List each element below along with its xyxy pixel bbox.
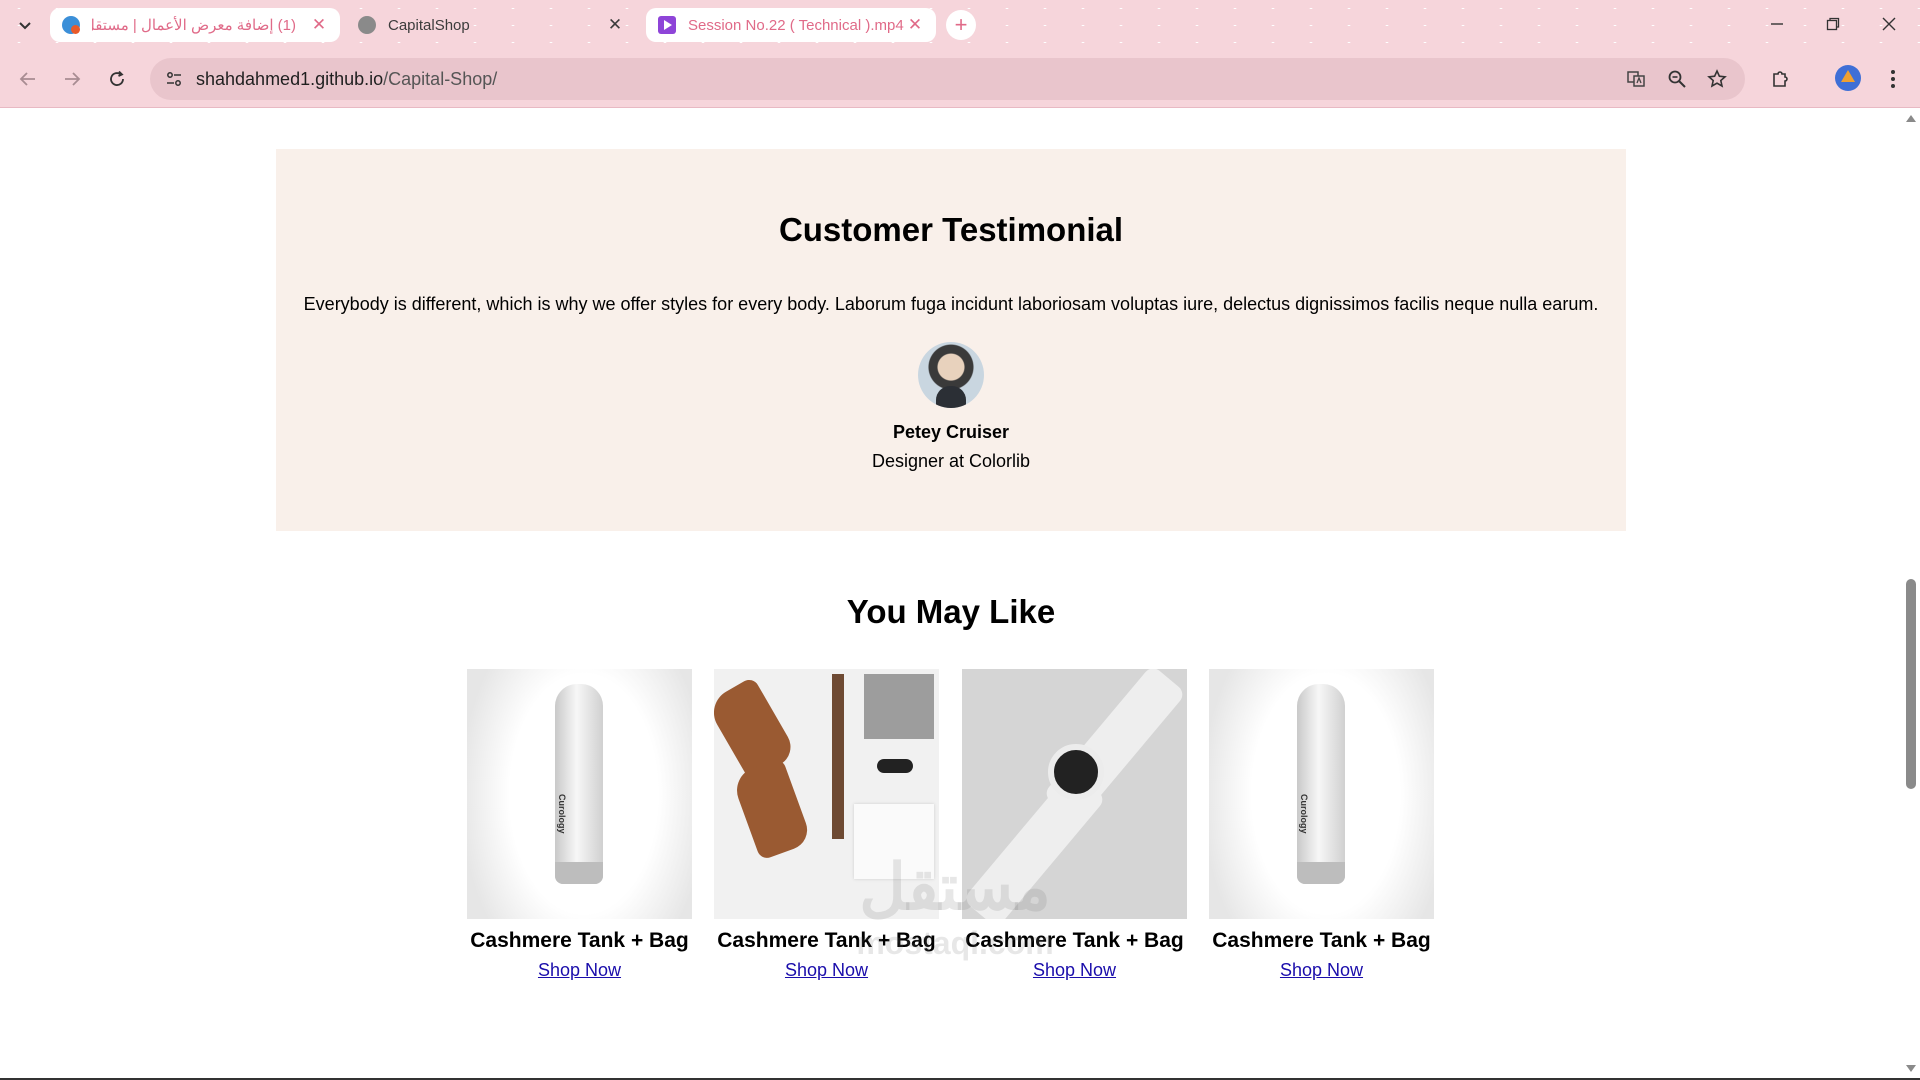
chevron-down-icon: [19, 22, 31, 30]
minimize-button[interactable]: [1754, 6, 1800, 42]
restore-button[interactable]: [1810, 6, 1856, 42]
you-may-like-title: You May Like: [846, 593, 1056, 630]
arrow-right-icon: [65, 72, 81, 86]
back-button[interactable]: [14, 65, 42, 93]
more-vert-icon: [1891, 70, 1895, 88]
close-window-button[interactable]: [1866, 6, 1912, 42]
browser-toolbar: shahdahmed1.github.io/Capital-Shop/: [0, 50, 1920, 108]
profile-avatar[interactable]: [1835, 65, 1861, 91]
video-icon: [658, 16, 676, 34]
extensions-button[interactable]: [1767, 65, 1795, 93]
forward-button[interactable]: [58, 65, 86, 93]
shop-now-link[interactable]: Shop Now: [962, 960, 1187, 981]
product-image[interactable]: Curology: [467, 669, 692, 919]
testimonial-title: Customer Testimonial: [778, 211, 1124, 248]
product-image[interactable]: Curology: [1209, 669, 1434, 919]
tab-title: CapitalShop: [388, 16, 470, 34]
zoom-icon[interactable]: [1665, 67, 1689, 91]
tab-search-button[interactable]: [12, 12, 38, 38]
reload-button[interactable]: [103, 65, 131, 93]
bottle-illustration: Curology: [555, 684, 603, 884]
arrow-left-icon: [19, 72, 35, 86]
scrollbar-thumb[interactable]: [1906, 579, 1916, 789]
tab-capitalshop[interactable]: CapitalShop ✕: [346, 8, 636, 42]
url-host: shahdahmed1.github.io: [196, 69, 384, 89]
watermark-latin: mostaql.com: [856, 925, 1054, 961]
boot-illustration: [730, 757, 813, 861]
mostaql-icon: [62, 16, 80, 34]
tab-mostaql[interactable]: (1) إضافة معرض الأعمال | مستقل ✕: [50, 8, 340, 42]
close-tab-icon[interactable]: ✕: [906, 15, 924, 34]
watch-face-illustration: [1048, 744, 1104, 800]
author-name: Petey Cruiser: [892, 422, 1010, 442]
globe-icon: [358, 16, 376, 34]
restore-icon: [1826, 17, 1840, 31]
mostaql-watermark: مستقل mostaql.com: [830, 855, 1080, 962]
bottle-illustration: Curology: [1297, 684, 1345, 884]
close-tab-icon[interactable]: ✕: [310, 15, 328, 34]
shop-now-link[interactable]: Shop Now: [1209, 960, 1434, 981]
sunglasses-illustration: [877, 759, 913, 773]
address-bar[interactable]: shahdahmed1.github.io/Capital-Shop/: [150, 58, 1745, 100]
author-avatar: [918, 342, 984, 408]
close-tab-icon[interactable]: ✕: [606, 15, 624, 34]
puzzle-icon: [1773, 71, 1788, 87]
scroll-up-icon[interactable]: [1906, 115, 1916, 122]
pants-illustration: [864, 674, 934, 739]
translate-icon[interactable]: [1624, 67, 1648, 91]
url-text[interactable]: shahdahmed1.github.io/Capital-Shop/: [196, 69, 497, 90]
shop-now-link[interactable]: Shop Now: [714, 960, 939, 981]
testimonial-section: Customer Testimonial Everybody is differ…: [276, 149, 1626, 531]
page-scrollbar[interactable]: [1902, 109, 1920, 1078]
reload-icon: [110, 70, 124, 86]
tab-strip: (1) إضافة معرض الأعمال | مستقل ✕ Capital…: [0, 0, 1920, 50]
minimize-icon: [1771, 23, 1783, 25]
site-info-icon[interactable]: [162, 67, 186, 91]
product-name: Cashmere Tank + Bag: [470, 929, 689, 952]
product-name: Cashmere Tank + Bag: [1212, 929, 1431, 952]
tab-title: Session No.22 ( Technical ).mp4: [688, 16, 904, 34]
product-brand: Curology: [557, 794, 567, 834]
new-tab-button[interactable]: +: [946, 10, 976, 40]
author-role: Designer at Colorlib: [871, 451, 1031, 471]
watermark-arabic: مستقل: [859, 851, 1051, 923]
belt-illustration: [832, 674, 844, 839]
tab-session-video[interactable]: Session No.22 ( Technical ).mp4 ✕: [646, 8, 936, 42]
product-brand: Curology: [1299, 794, 1309, 834]
shop-now-link[interactable]: Shop Now: [467, 960, 692, 981]
testimonial-quote: Everybody is different, which is why we …: [303, 294, 1599, 314]
bookmark-star-icon[interactable]: [1705, 67, 1729, 91]
close-icon: [1882, 17, 1896, 31]
browser-menu-button[interactable]: [1879, 65, 1907, 93]
scroll-down-icon[interactable]: [1906, 1065, 1916, 1072]
tab-title: (1) إضافة معرض الأعمال | مستقل: [92, 17, 296, 34]
url-path: /Capital-Shop/: [383, 69, 498, 89]
